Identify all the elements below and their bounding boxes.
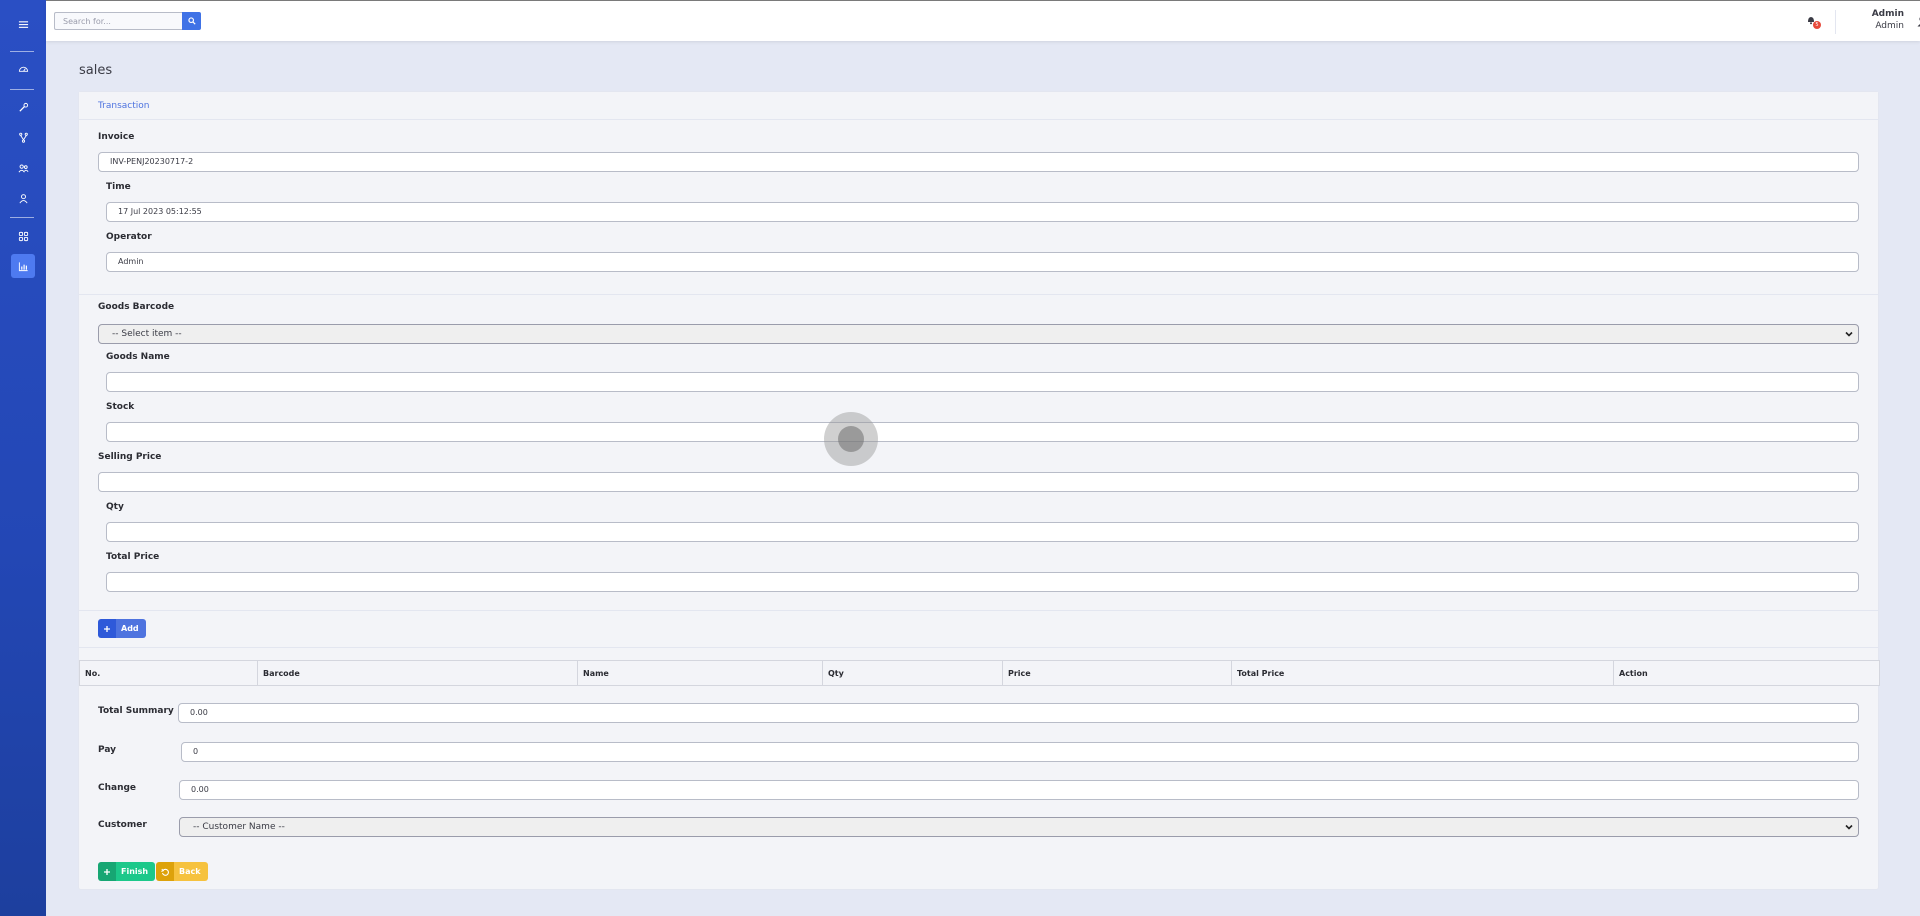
column-header-qty: Qty (822, 660, 1003, 686)
search-icon (187, 17, 196, 25)
user-menu[interactable]: Admin Admin (1846, 8, 1904, 32)
table-header-row: No. Barcode Name Qty Price Total Price A… (79, 660, 1880, 686)
total-price-label: Total Price (106, 552, 160, 562)
plus-icon (98, 862, 116, 881)
pay-label: Pay (98, 745, 117, 755)
column-header-price: Price (1002, 660, 1232, 686)
change-label: Change (98, 783, 137, 793)
goods-barcode-selected: -- Select item -- (112, 329, 182, 339)
sidebar-divider (10, 217, 34, 218)
page-title: sales (79, 63, 113, 78)
notification-count-badge: 5 (1813, 21, 1821, 29)
column-header-barcode: Barcode (257, 660, 578, 686)
goods-name-field[interactable] (106, 372, 1859, 392)
loading-spinner-core (838, 426, 864, 452)
topbar: 5 Admin Admin (46, 0, 1920, 41)
column-header-action: Action (1613, 660, 1880, 686)
add-button[interactable]: Add (98, 619, 146, 638)
invoice-label: Invoice (98, 132, 135, 142)
items-table: No. Barcode Name Qty Price Total Price A… (79, 660, 1880, 686)
finish-button[interactable]: Finish (98, 862, 156, 881)
time-label: Time (106, 182, 131, 192)
fork-icon[interactable] (11, 125, 35, 149)
sidebar-divider (10, 51, 34, 52)
goods-barcode-label: Goods Barcode (98, 302, 175, 312)
users-icon[interactable] (11, 156, 35, 180)
plus-icon (98, 619, 116, 638)
qty-label: Qty (106, 502, 124, 512)
invoice-field[interactable]: INV-PENJ20230717-2 (98, 152, 1859, 172)
total-summary-field[interactable]: 0.00 (178, 703, 1859, 723)
pay-field[interactable]: 0 (181, 742, 1859, 762)
customer-selected: -- Customer Name -- (193, 822, 285, 832)
search-button[interactable] (182, 12, 201, 30)
user-name: Admin (1871, 9, 1904, 19)
back-button-label: Back (174, 862, 208, 881)
transaction-card: Transaction Invoice INV-PENJ20230717-2 T… (78, 91, 1880, 890)
stock-label: Stock (106, 402, 135, 412)
operator-field[interactable]: Admin (106, 252, 1859, 272)
total-summary-label: Total Summary (98, 706, 174, 716)
column-header-no: No. (79, 660, 258, 686)
back-button[interactable]: Back (156, 862, 208, 881)
loading-spinner (824, 412, 878, 466)
dashboard-icon[interactable] (11, 57, 35, 81)
customer-label: Customer (98, 820, 147, 830)
grid-icon[interactable] (11, 224, 35, 248)
search-input[interactable] (54, 12, 182, 30)
search-group (54, 12, 201, 30)
selling-price-field[interactable] (98, 472, 1859, 492)
selling-price-label: Selling Price (98, 452, 162, 462)
section-divider (79, 647, 1878, 648)
total-price-field[interactable] (106, 572, 1859, 592)
operator-label: Operator (106, 232, 152, 242)
goods-name-label: Goods Name (106, 352, 170, 362)
sidebar-divider (10, 89, 34, 90)
tools-icon[interactable] (11, 95, 35, 119)
goods-barcode-select[interactable]: -- Select item -- (98, 324, 1859, 344)
column-header-total-price: Total Price (1231, 660, 1614, 686)
change-field[interactable]: 0.00 (179, 780, 1859, 800)
undo-icon (156, 862, 174, 881)
user-role: Admin (1875, 21, 1904, 31)
section-divider (79, 294, 1878, 295)
section-divider (79, 610, 1878, 611)
notification-bell[interactable]: 5 (1806, 15, 1822, 29)
qty-field[interactable] (106, 522, 1859, 542)
card-header: Transaction (79, 92, 1878, 120)
time-field[interactable]: 17 Jul 2023 05:12:55 (106, 202, 1859, 222)
chevron-down-icon (1845, 331, 1853, 337)
sidebar (0, 0, 46, 916)
user-avatar-icon[interactable] (1915, 14, 1920, 28)
menu-toggle-icon[interactable] (11, 12, 35, 36)
column-header-name: Name (577, 660, 823, 686)
stock-field[interactable] (106, 422, 1859, 442)
topbar-divider (1835, 10, 1836, 34)
add-button-label: Add (116, 619, 146, 638)
finish-button-label: Finish (116, 862, 156, 881)
chart-icon[interactable] (11, 254, 35, 278)
user-icon[interactable] (11, 186, 35, 210)
customer-select[interactable]: -- Customer Name -- (179, 817, 1859, 837)
chevron-down-icon (1845, 824, 1853, 830)
